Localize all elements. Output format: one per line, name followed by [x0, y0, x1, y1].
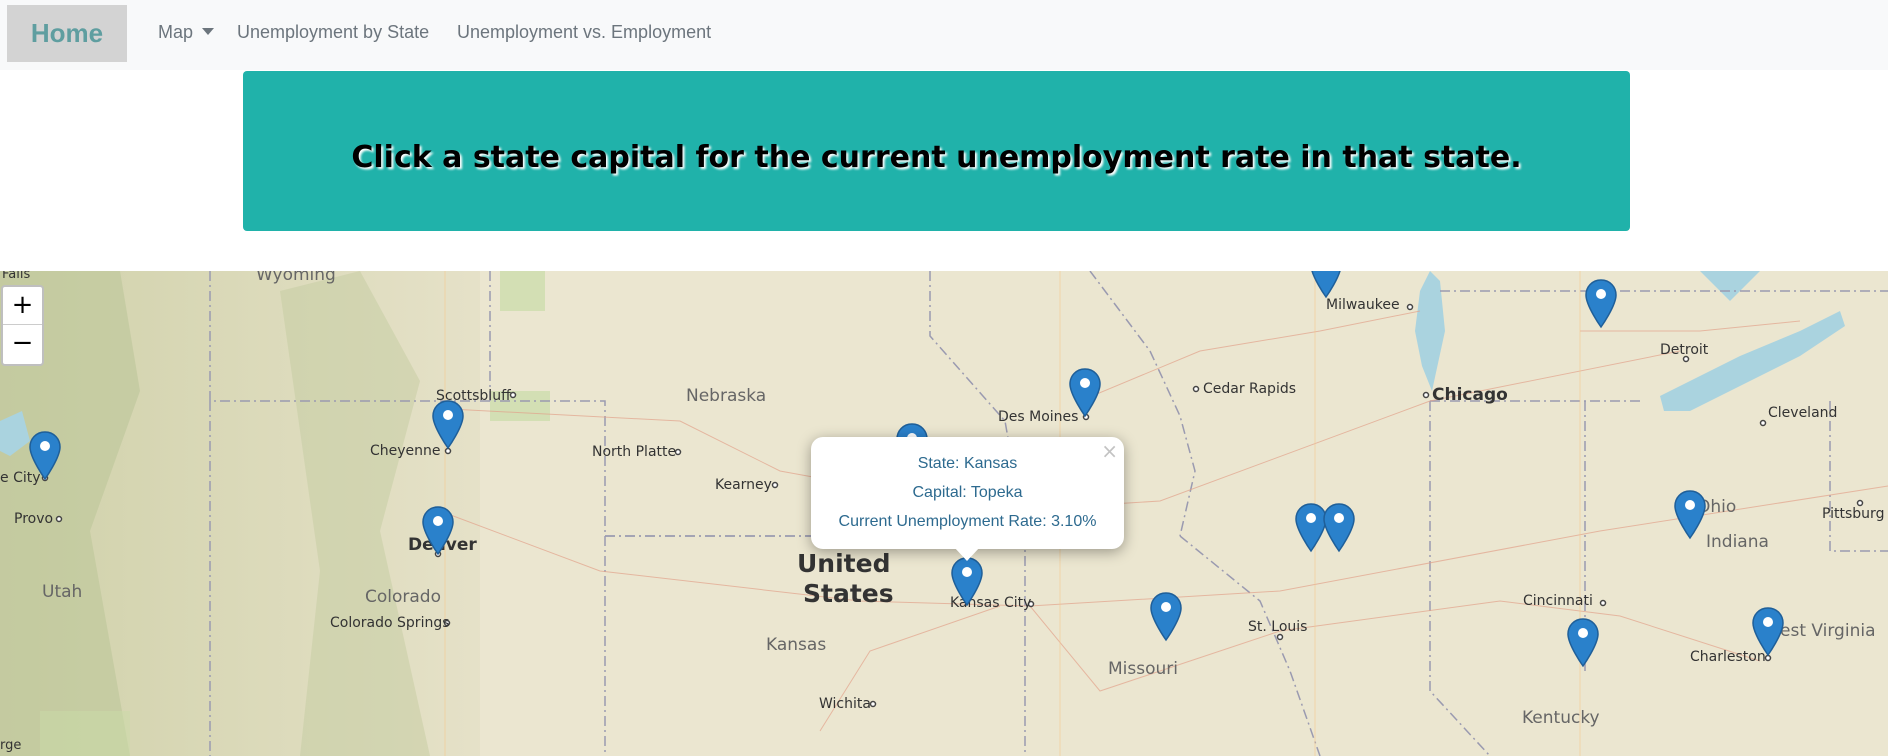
navbar: Home Map Unemployment by State Unemploym…: [0, 0, 1888, 70]
label-nebraska: Nebraska: [686, 386, 767, 406]
popup-capital: Capital: Topeka: [912, 484, 1023, 501]
nav-map-dropdown[interactable]: Map: [158, 22, 215, 43]
zoom-in-button[interactable]: +: [3, 287, 42, 325]
instruction-banner: Click a state capital for the current un…: [243, 71, 1630, 231]
label-provo: Provo: [14, 511, 54, 527]
label-st-louis: St. Louis: [1248, 619, 1308, 635]
home-brand-link[interactable]: Home: [7, 5, 127, 62]
label-falls: Falls: [2, 271, 31, 282]
popup-tip: [954, 547, 980, 561]
capital-marker-icon[interactable]: [422, 506, 454, 556]
capital-marker-icon[interactable]: [1674, 490, 1706, 540]
capital-marker-icon[interactable]: [1585, 279, 1617, 329]
label-colorado: Colorado: [365, 587, 441, 607]
label-indiana: Indiana: [1706, 532, 1769, 552]
label-states: States: [803, 579, 894, 608]
label-cheyenne: Cheyenne: [370, 443, 441, 459]
label-north-platte: North Platte: [592, 444, 677, 460]
capital-marker-icon[interactable]: [432, 400, 464, 450]
capital-marker-icon[interactable]: [1069, 368, 1101, 418]
label-utah: Utah: [42, 582, 83, 602]
nav-unemployment-vs-employment[interactable]: Unemployment vs. Employment: [457, 22, 711, 43]
capital-marker-icon[interactable]: [1567, 618, 1599, 668]
label-cincinnati: Cincinnati: [1523, 593, 1593, 609]
label-chicago: Chicago: [1432, 385, 1508, 405]
capital-marker-icon[interactable]: [1323, 503, 1355, 553]
label-colorado-springs: Colorado Springs: [330, 615, 450, 631]
label-wyoming: Wyoming: [256, 271, 336, 285]
label-kansas: Kansas: [766, 635, 827, 655]
label-kentucky: Kentucky: [1522, 708, 1600, 728]
label-cleveland: Cleveland: [1768, 405, 1838, 421]
popup-unemployment-rate: Current Unemployment Rate: 3.10%: [838, 513, 1097, 530]
label-west-virginia: est Virginia: [1780, 621, 1876, 641]
zoom-control: + −: [1, 285, 44, 366]
label-united: United: [797, 549, 891, 578]
capital-marker-icon[interactable]: [29, 431, 61, 481]
capital-marker-icon[interactable]: [1150, 592, 1182, 642]
zoom-out-button[interactable]: −: [3, 325, 42, 362]
label-detroit: Detroit: [1660, 342, 1709, 358]
banner-text: Click a state capital for the current un…: [351, 139, 1522, 175]
capital-marker-icon[interactable]: [1752, 607, 1784, 657]
caret-down-icon: [202, 28, 215, 35]
label-milwaukee: Milwaukee: [1326, 297, 1400, 313]
label-cedar-rapids: Cedar Rapids: [1203, 381, 1297, 397]
label-des-moines: Des Moines: [998, 409, 1079, 425]
label-kearney: Kearney: [715, 477, 772, 493]
label-wichita: Wichita: [819, 696, 871, 712]
nav-unemployment-by-state[interactable]: Unemployment by State: [237, 22, 429, 43]
nav-map-label: Map: [158, 22, 194, 42]
capital-marker-icon[interactable]: [1310, 271, 1342, 299]
label-pittsburgh: Pittsburg: [1822, 506, 1885, 522]
label-edge-fragment: rge: [0, 738, 22, 753]
label-missouri: Missouri: [1108, 659, 1178, 679]
capital-popup: × State: Kansas Capital: Topeka Current …: [811, 437, 1124, 549]
capital-marker-icon[interactable]: [951, 557, 983, 607]
popup-state: State: Kansas: [917, 455, 1018, 472]
